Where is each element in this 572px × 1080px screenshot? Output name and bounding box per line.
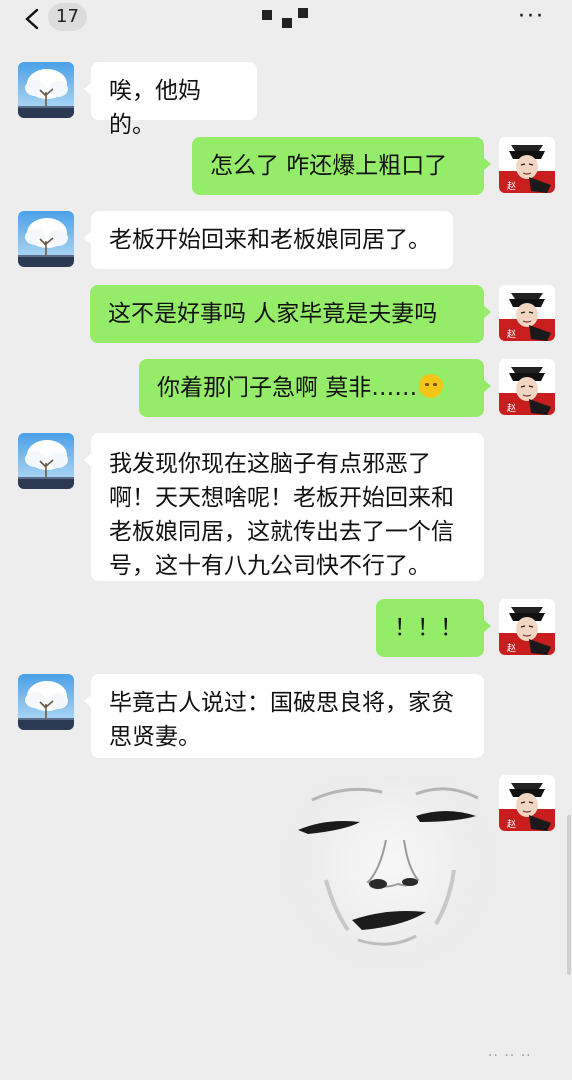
friend-avatar[interactable] — [18, 62, 74, 118]
message-text: 唉，他妈的。 — [109, 78, 201, 138]
message-text: 毕竟古人说过：国破思良将，家贫思贤妻。 — [109, 690, 454, 750]
chat-header: 17 ··· — [0, 0, 572, 40]
back-chevron-icon[interactable] — [22, 8, 44, 30]
message-text: 老板开始回来和老板娘同居了。 — [109, 227, 431, 253]
message-bubble-incoming[interactable]: 唉，他妈的。 — [84, 62, 257, 138]
costume-man-avatar-icon — [499, 137, 555, 193]
message-bubble-incoming[interactable]: 毕竟古人说过：国破思良将，家贫思贤妻。 — [84, 674, 484, 758]
message-bubble-outgoing[interactable]: ！！！ — [376, 599, 491, 657]
status-indicator-icon — [262, 6, 310, 28]
message-text: 怎么了 咋还爆上粗口了 — [210, 153, 448, 179]
message-bubble-outgoing[interactable]: 这不是好事吗 人家毕竟是夫妻吗 — [90, 285, 491, 343]
message-bubble-incoming[interactable]: 老板开始回来和老板娘同居了。 — [84, 211, 453, 269]
message-bubble-incoming[interactable]: 我发现你现在这脑子有点邪恶了啊！天天想啥呢！老板开始回来和老板娘同居，这就传出去… — [84, 433, 484, 581]
message-bubble-outgoing[interactable]: 你着那门子急啊 莫非…… — [139, 359, 491, 417]
my-avatar[interactable] — [499, 775, 555, 831]
tree-avatar-icon — [18, 674, 74, 730]
costume-man-avatar-icon — [499, 285, 555, 341]
my-avatar[interactable] — [499, 359, 555, 415]
message-text: ！！！ — [394, 615, 463, 641]
friend-avatar[interactable] — [18, 674, 74, 730]
tree-avatar-icon — [18, 62, 74, 118]
message-text: 我发现你现在这脑子有点邪恶了啊！天天想啥呢！老板开始回来和老板娘同居，这就传出去… — [109, 451, 454, 579]
more-options-icon[interactable]: ··· — [518, 6, 545, 28]
costume-man-avatar-icon — [499, 359, 555, 415]
tree-avatar-icon — [18, 433, 74, 489]
message-text: 你着那门子急啊 莫非…… — [157, 375, 418, 401]
friend-avatar[interactable] — [18, 211, 74, 267]
message-text: 这不是好事吗 人家毕竟是夫妻吗 — [108, 301, 438, 327]
smug-face-sticker[interactable] — [286, 770, 496, 980]
thinking-face-emoji — [419, 374, 444, 398]
costume-man-avatar-icon — [499, 599, 555, 655]
unread-count-badge[interactable]: 17 — [48, 3, 87, 31]
friend-avatar[interactable] — [18, 433, 74, 489]
watermark: ·· ·· ·· — [488, 1048, 532, 1064]
tree-avatar-icon — [18, 211, 74, 267]
scrollbar[interactable] — [567, 815, 571, 975]
my-avatar[interactable] — [499, 137, 555, 193]
costume-man-avatar-icon — [499, 775, 555, 831]
my-avatar[interactable] — [499, 599, 555, 655]
my-avatar[interactable] — [499, 285, 555, 341]
message-bubble-outgoing[interactable]: 怎么了 咋还爆上粗口了 — [192, 137, 491, 195]
